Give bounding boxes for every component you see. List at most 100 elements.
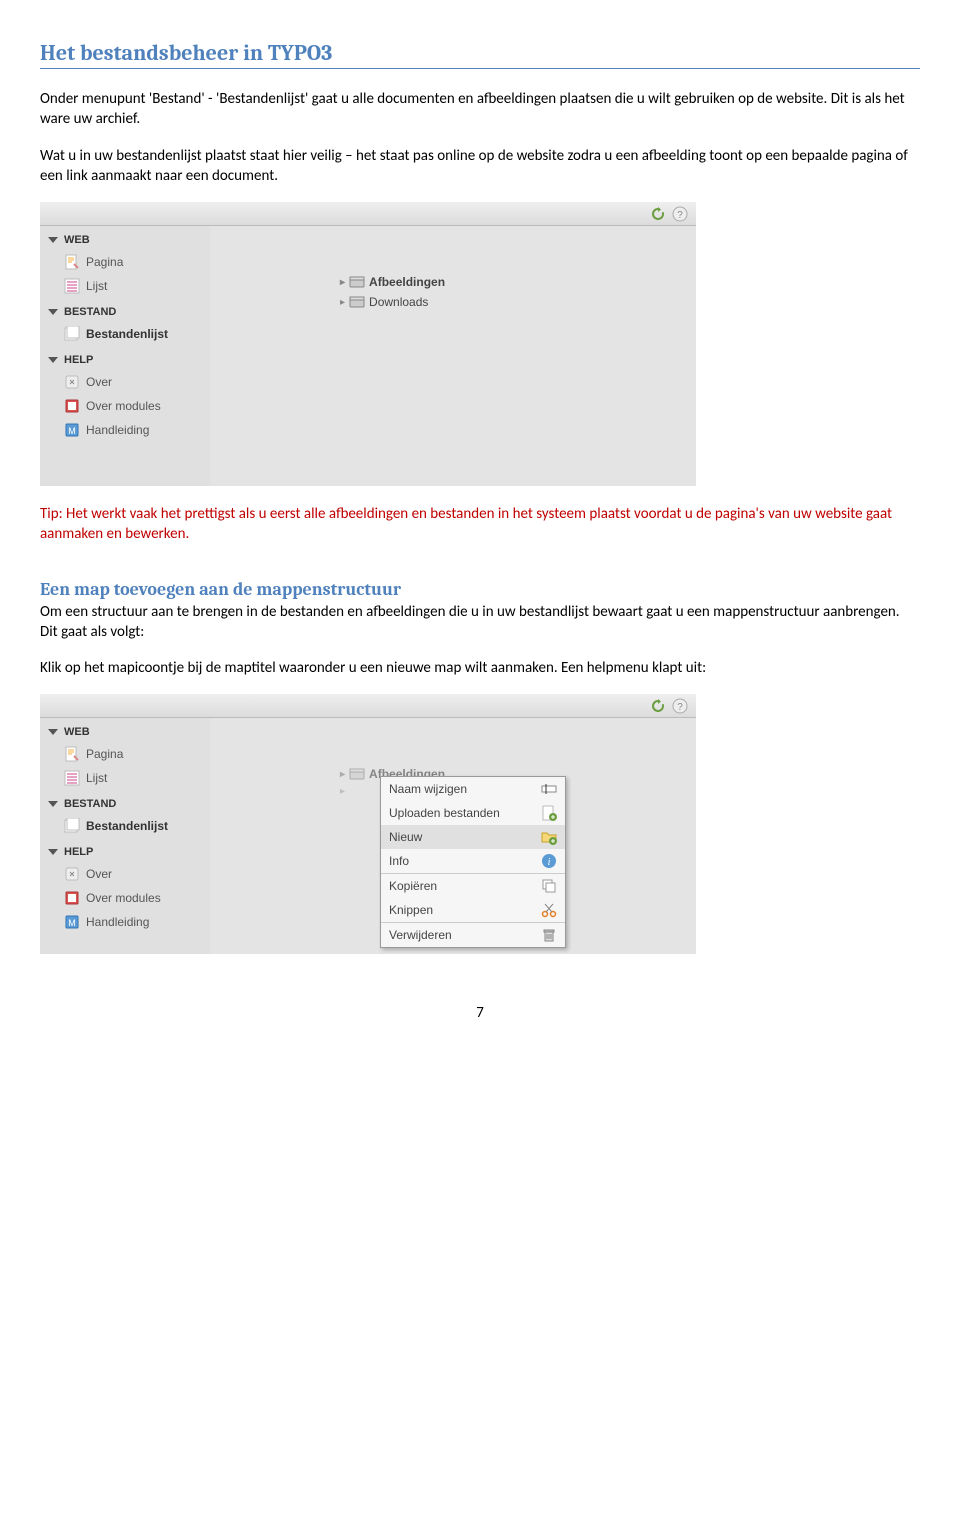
- menu-label: Naam wijzigen: [389, 782, 467, 796]
- sidebar-section-web[interactable]: WEB: [40, 718, 210, 742]
- folder-label: Afbeeldingen: [369, 275, 445, 289]
- aboutmodules-icon: [64, 398, 80, 414]
- sidebar-item-pagina[interactable]: Pagina: [40, 742, 210, 766]
- screenshot-toolbar: ?: [40, 202, 696, 226]
- sidebar-item-over[interactable]: Over: [40, 862, 210, 886]
- sidebar-item-lijst[interactable]: Lijst: [40, 274, 210, 298]
- menu-rename[interactable]: Naam wijzigen: [381, 777, 565, 801]
- svg-text:i: i: [548, 857, 551, 868]
- refresh-icon[interactable]: [650, 206, 666, 222]
- sidebar-section-bestand-label: BESTAND: [64, 306, 116, 318]
- expand-icon[interactable]: ▸: [340, 277, 345, 288]
- sidebar-item-handleiding[interactable]: M Handleiding: [40, 910, 210, 934]
- menu-upload[interactable]: Uploaden bestanden: [381, 801, 565, 825]
- aboutmodules-icon: [64, 890, 80, 906]
- sidebar-section-web-label: WEB: [64, 234, 90, 246]
- sidebar-section-help-label: HELP: [64, 846, 93, 858]
- heading-map-toevoegen: Een map toevoegen aan de mappenstructuur: [40, 579, 920, 600]
- sidebar-section-bestand[interactable]: BESTAND: [40, 298, 210, 322]
- sidebar-section-help-label: HELP: [64, 354, 93, 366]
- menu-copy[interactable]: Kopiëren: [381, 874, 565, 898]
- expand-icon[interactable]: ▸: [340, 297, 345, 308]
- folder-afbeeldingen[interactable]: ▸ Afbeeldingen: [340, 272, 696, 292]
- manual-icon: M: [64, 422, 80, 438]
- help-icon[interactable]: ?: [672, 206, 688, 222]
- expand-icon[interactable]: ▸: [340, 769, 345, 780]
- drive-icon: [349, 766, 365, 782]
- svg-text:M: M: [68, 918, 76, 928]
- menu-label: Knippen: [389, 903, 433, 917]
- file-tree-pane: ▸ Afbeeldingen ▸ Downloads: [210, 226, 696, 486]
- module-sidebar: WEB Pagina Lijst BESTAND Bestandenlijst …: [40, 718, 210, 954]
- caret-down-icon: [48, 849, 58, 855]
- tip-paragraph: Tip: Het werkt vaak het prettigst als u …: [40, 504, 920, 545]
- folder-context-menu: Naam wijzigen Uploaden bestanden Nieuw I…: [380, 776, 566, 948]
- file-tree-pane: ▸ Afbeeldingen ▸ Naam wijzigen Uploaden …: [210, 718, 696, 954]
- help-icon[interactable]: ?: [672, 698, 688, 714]
- sidebar-item-over[interactable]: Over: [40, 370, 210, 394]
- sidebar-item-label: Over: [86, 867, 112, 881]
- menu-delete[interactable]: Verwijderen: [381, 923, 565, 947]
- sidebar-section-bestand[interactable]: BESTAND: [40, 790, 210, 814]
- caret-down-icon: [48, 729, 58, 735]
- menu-new[interactable]: Nieuw: [381, 825, 565, 849]
- page-number: 7: [40, 1004, 920, 1022]
- cut-icon: [541, 902, 557, 918]
- menu-label: Info: [389, 854, 409, 868]
- sidebar-item-pagina[interactable]: Pagina: [40, 250, 210, 274]
- sidebar-item-label: Pagina: [86, 255, 123, 269]
- paragraph-map-2: Klik op het mapicoontje bij de maptitel …: [40, 658, 920, 678]
- paragraph-map-1: Om een structuur aan te brengen in de be…: [40, 602, 920, 643]
- new-folder-icon: [541, 829, 557, 845]
- menu-label: Verwijderen: [389, 928, 452, 942]
- trash-icon: [541, 927, 557, 943]
- filelist-icon: [64, 326, 80, 342]
- sidebar-section-web[interactable]: WEB: [40, 226, 210, 250]
- sidebar-item-over-modules[interactable]: Over modules: [40, 886, 210, 910]
- sidebar-item-label: Lijst: [86, 771, 107, 785]
- sidebar-item-label: Handleiding: [86, 915, 149, 929]
- sidebar-section-web-label: WEB: [64, 726, 90, 738]
- sidebar-section-bestand-label: BESTAND: [64, 798, 116, 810]
- screenshot-typo3-filelist: ? WEB Pagina Lijst BESTAND Bes: [40, 202, 696, 486]
- sidebar-item-label: Bestandenlijst: [86, 327, 168, 341]
- screenshot-toolbar: ?: [40, 694, 696, 718]
- paragraph-intro-2: Wat u in uw bestandenlijst plaatst staat…: [40, 146, 920, 187]
- menu-info[interactable]: Info i: [381, 849, 565, 873]
- about-icon: [64, 866, 80, 882]
- sidebar-item-label: Pagina: [86, 747, 123, 761]
- caret-down-icon: [48, 309, 58, 315]
- sidebar-item-handleiding[interactable]: M Handleiding: [40, 418, 210, 442]
- caret-down-icon: [48, 237, 58, 243]
- caret-down-icon: [48, 801, 58, 807]
- list-icon: [64, 278, 80, 294]
- sidebar-item-label: Bestandenlijst: [86, 819, 168, 833]
- sidebar-section-help[interactable]: HELP: [40, 838, 210, 862]
- sidebar-section-help[interactable]: HELP: [40, 346, 210, 370]
- refresh-icon[interactable]: [650, 698, 666, 714]
- upload-icon: [541, 805, 557, 821]
- manual-icon: M: [64, 914, 80, 930]
- sidebar-item-label: Handleiding: [86, 423, 149, 437]
- caret-down-icon: [48, 357, 58, 363]
- info-icon: i: [541, 853, 557, 869]
- sidebar-item-over-modules[interactable]: Over modules: [40, 394, 210, 418]
- expand-icon[interactable]: ▸: [340, 786, 345, 797]
- folder-downloads[interactable]: ▸ Downloads: [340, 292, 696, 312]
- about-icon: [64, 374, 80, 390]
- sidebar-item-bestandenlijst[interactable]: Bestandenlijst: [40, 322, 210, 346]
- menu-cut[interactable]: Knippen: [381, 898, 565, 922]
- heading-bestandsbeheer: Het bestandsbeheer in TYPO3: [40, 40, 920, 69]
- sidebar-item-lijst[interactable]: Lijst: [40, 766, 210, 790]
- menu-label: Kopiëren: [389, 879, 437, 893]
- list-icon: [64, 770, 80, 786]
- sidebar-item-label: Over modules: [86, 891, 161, 905]
- svg-text:?: ?: [677, 702, 683, 713]
- drive-icon: [349, 274, 365, 290]
- paragraph-intro-1: Onder menupunt 'Bestand' - 'Bestandenlij…: [40, 89, 920, 130]
- sidebar-item-bestandenlijst[interactable]: Bestandenlijst: [40, 814, 210, 838]
- folder-label: Downloads: [369, 295, 428, 309]
- rename-icon: [541, 781, 557, 797]
- copy-icon: [541, 878, 557, 894]
- screenshot-typo3-contextmenu: ? WEB Pagina Lijst BESTAND Bestanden: [40, 694, 696, 954]
